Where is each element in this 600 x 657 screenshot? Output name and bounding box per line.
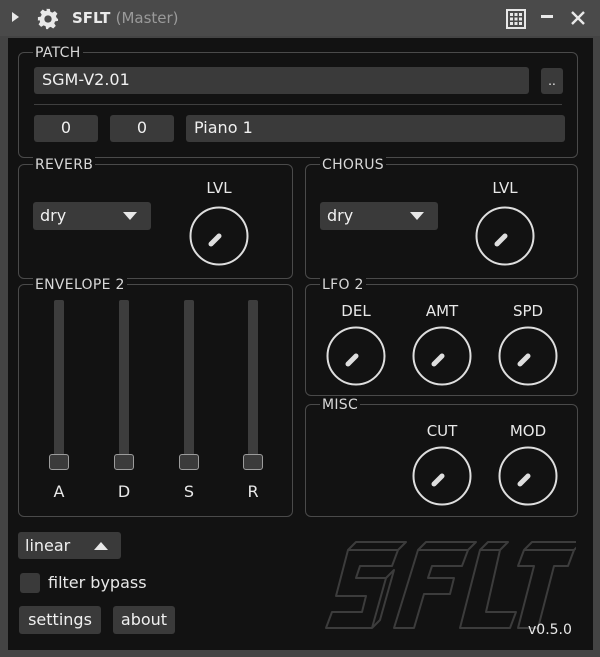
chevron-up-icon: [94, 542, 108, 550]
lfo-speed-label: SPD: [512, 302, 544, 320]
chorus-mode-dropdown[interactable]: dry: [320, 202, 438, 230]
window-titlebar: SFLT (Master): [0, 0, 600, 36]
lfo-amount-knob[interactable]: [412, 326, 472, 386]
lfo-delay-label: DEL: [341, 302, 371, 320]
sustain-slider-thumb[interactable]: [179, 454, 199, 470]
sustain-label: S: [183, 482, 195, 501]
release-label: R: [247, 482, 259, 501]
minimize-icon[interactable]: [541, 15, 553, 18]
misc-cut-label: CUT: [426, 422, 458, 440]
reverb-mode-value: dry: [40, 206, 67, 225]
envelope-curve-value: linear: [25, 536, 71, 555]
attack-slider-track[interactable]: [54, 300, 64, 461]
program-number-field[interactable]: 0: [110, 115, 174, 142]
chorus-level-label: LVL: [492, 179, 518, 197]
browse-patch-button[interactable]: ..: [541, 68, 563, 94]
filter-bypass-label: filter bypass: [48, 573, 147, 592]
envelope-curve-dropdown[interactable]: linear: [18, 532, 121, 559]
attack-label: A: [53, 482, 65, 501]
release-slider-track[interactable]: [248, 300, 258, 461]
lfo-amount-label: AMT: [425, 302, 459, 320]
decay-slider-thumb[interactable]: [114, 454, 134, 470]
lfo-speed-knob[interactable]: [498, 326, 558, 386]
misc-mod-label: MOD: [509, 422, 547, 440]
patch-label: PATCH: [33, 45, 83, 61]
misc-panel: MISC CUT MOD: [305, 397, 578, 517]
misc-label: MISC: [320, 397, 361, 413]
plugin-body: PATCH SGM-V2.01 .. 0 0 Piano 1 REVERB dr…: [8, 38, 593, 650]
close-icon[interactable]: [568, 8, 588, 28]
attack-slider-thumb[interactable]: [49, 454, 69, 470]
filter-bypass-checkbox[interactable]: [20, 573, 40, 593]
expand-arrow-icon[interactable]: [12, 12, 19, 22]
lfo-panel: LFO 2 DEL AMT SPD: [305, 277, 578, 396]
chorus-label: CHORUS: [320, 157, 386, 173]
chorus-mode-value: dry: [327, 206, 354, 225]
lfo-label: LFO 2: [320, 277, 366, 293]
misc-mod-knob[interactable]: [498, 446, 558, 506]
window-subtitle: (Master): [115, 9, 179, 27]
window-title: SFLT (Master): [72, 9, 179, 27]
release-slider-thumb[interactable]: [243, 454, 263, 470]
sustain-slider-track[interactable]: [184, 300, 194, 461]
chevron-down-icon: [410, 212, 424, 220]
chorus-level-knob[interactable]: [475, 206, 535, 266]
about-button[interactable]: about: [113, 606, 175, 634]
reverb-level-label: LVL: [206, 179, 232, 197]
reverb-label: REVERB: [33, 157, 96, 173]
settings-button[interactable]: settings: [19, 606, 101, 634]
patch-panel: PATCH SGM-V2.01 .. 0 0 Piano 1: [18, 45, 578, 158]
patch-divider: [34, 104, 562, 105]
envelope-label: ENVELOPE 2: [33, 277, 127, 293]
decay-label: D: [117, 482, 131, 501]
keyboard-grid-icon[interactable]: [506, 9, 526, 29]
reverb-panel: REVERB dry LVL: [18, 157, 293, 279]
bank-number-field[interactable]: 0: [34, 115, 98, 142]
version-label: v0.5.0: [528, 622, 572, 638]
reverb-level-knob[interactable]: [189, 206, 249, 266]
misc-cut-knob[interactable]: [412, 446, 472, 506]
reverb-mode-dropdown[interactable]: dry: [33, 202, 151, 230]
gear-icon[interactable]: [37, 8, 59, 30]
patch-name-field[interactable]: SGM-V2.01: [34, 67, 529, 94]
chorus-panel: CHORUS dry LVL: [305, 157, 578, 279]
lfo-delay-knob[interactable]: [326, 326, 386, 386]
decay-slider-track[interactable]: [119, 300, 129, 461]
envelope-panel: ENVELOPE 2 A D S R: [18, 277, 293, 517]
chevron-down-icon: [123, 212, 137, 220]
preset-name-field[interactable]: Piano 1: [186, 115, 565, 142]
